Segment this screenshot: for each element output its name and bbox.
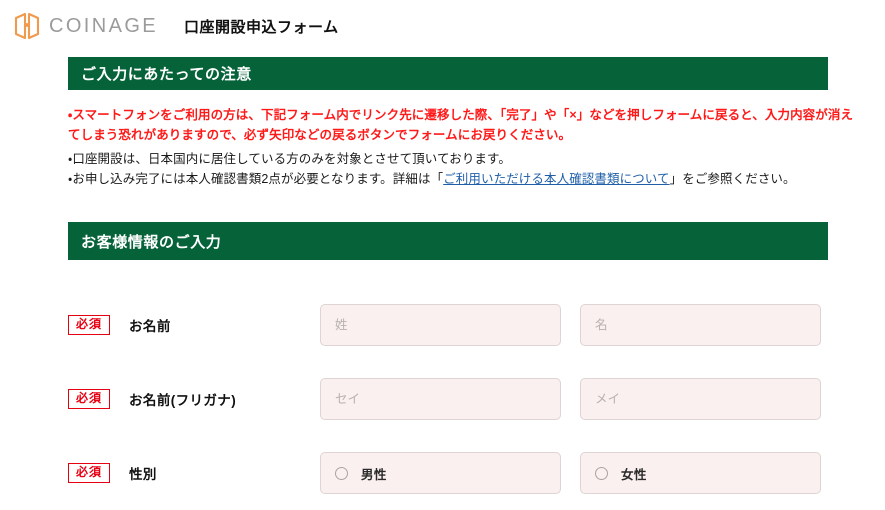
- gender-option-female[interactable]: 女性: [580, 452, 821, 494]
- brand-header: COINAGE 口座開設申込フォーム: [0, 0, 885, 43]
- input-cell-lastname: [320, 304, 570, 346]
- input-cell-gender-female: 女性: [580, 452, 830, 494]
- gender-option-male-label: 男性: [361, 467, 387, 482]
- radio-circle-icon: [335, 466, 348, 480]
- coinage-door-logo-icon: [12, 12, 42, 40]
- input-cell-gender-male: 男性: [320, 452, 570, 494]
- input-cell-firstname-kana: [580, 378, 830, 420]
- field-label-gender: 性別: [129, 467, 157, 482]
- field-label-name: お名前: [129, 319, 171, 334]
- lastname-input[interactable]: [320, 304, 561, 346]
- input-cell-lastname-kana: [320, 378, 570, 420]
- notice-text-before-link: ・お申し込み完了には本人確認書類2点が必要となります。詳細は「: [68, 172, 444, 186]
- brand-name: COINAGE: [49, 14, 159, 37]
- notice-item-documents: ・お申し込み完了には本人確認書類2点が必要となります。詳細は「ご利用いただける本…: [68, 169, 858, 189]
- radio-circle-icon: [595, 466, 608, 480]
- section-header-notice: ご入力にあたっての注意: [68, 57, 828, 90]
- customer-info-form: 必須 お名前 必須 お名前(フリガナ): [68, 288, 858, 510]
- form-label-cell-name: 必須 お名前: [68, 315, 320, 335]
- identity-documents-link[interactable]: ご利用いただける本人確認書類について: [443, 172, 669, 186]
- notice-text-after-link: 」をご参照ください。: [669, 172, 796, 186]
- lastname-kana-input[interactable]: [320, 378, 561, 420]
- required-badge: 必須: [68, 463, 111, 483]
- field-label-name-kana: お名前(フリガナ): [129, 393, 237, 408]
- form-row-name: 必須 お名前: [68, 288, 858, 362]
- form-label-cell-gender: 必須 性別: [68, 463, 320, 483]
- required-badge: 必須: [68, 389, 111, 409]
- gender-option-male[interactable]: 男性: [320, 452, 561, 494]
- notice-block: ・スマートフォンをご利用の方は、下記フォーム内でリンク先に遷移した際、「完了」や…: [68, 105, 858, 189]
- notice-item-residency: ・口座開設は、日本国内に居住している方のみを対象とさせて頂いております。: [68, 152, 511, 166]
- account-opening-form-page: COINAGE 口座開設申込フォーム ご入力にあたっての注意 ・スマートフォンを…: [0, 0, 885, 506]
- required-badge: 必須: [68, 315, 111, 335]
- section-header-customer-info: お客様情報のご入力: [68, 222, 828, 260]
- form-row-name-kana: 必須 お名前(フリガナ): [68, 362, 858, 436]
- form-row-gender: 必須 性別 男性 女性: [68, 436, 858, 510]
- form-label-cell-name-kana: 必須 お名前(フリガナ): [68, 389, 320, 409]
- page-title: 口座開設申込フォーム: [184, 18, 339, 36]
- notice-warning-text: ・スマートフォンをご利用の方は、下記フォーム内でリンク先に遷移した際、「完了」や…: [68, 108, 854, 142]
- firstname-kana-input[interactable]: [580, 378, 821, 420]
- firstname-input[interactable]: [580, 304, 821, 346]
- input-cell-firstname: [580, 304, 830, 346]
- gender-option-female-label: 女性: [621, 467, 647, 482]
